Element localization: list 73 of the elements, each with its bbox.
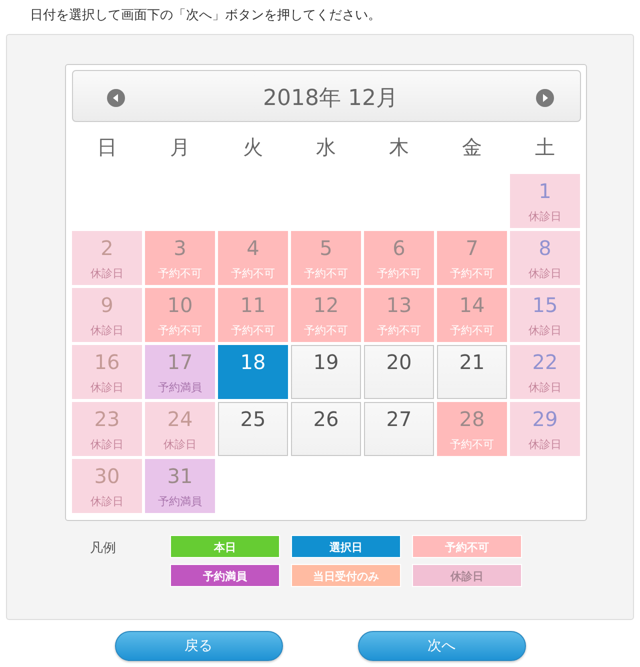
day-number: 11	[240, 292, 266, 318]
legend-chip: 予約満員	[170, 564, 280, 587]
day-number: 14	[459, 292, 485, 318]
day-number: 24	[167, 406, 193, 432]
next-month-icon[interactable]	[536, 89, 554, 107]
day-number: 8	[538, 235, 552, 261]
day-number: 29	[532, 406, 558, 432]
calendar-day[interactable]: 18	[218, 345, 288, 399]
day-status-label: 休診日	[90, 495, 124, 509]
legend-chip: 本日	[170, 535, 280, 558]
legend-chip: 当日受付のみ	[291, 564, 401, 587]
day-status-label: 休診日	[90, 381, 124, 395]
calendar-day[interactable]: 27	[364, 402, 434, 456]
previous-month-icon[interactable]	[107, 89, 125, 107]
day-number: 30	[94, 463, 120, 489]
day-number: 3	[174, 235, 186, 261]
legend-chip: 休診日	[412, 564, 522, 587]
month-title: 2018年 12月	[263, 85, 398, 113]
day-number: 23	[94, 406, 120, 432]
day-status-label: 予約不可	[304, 324, 348, 338]
day-status-label: 予約不可	[158, 267, 202, 281]
day-status-label: 休診日	[528, 210, 562, 224]
day-status-label: 予約満員	[158, 495, 202, 509]
day-status-label: 予約不可	[231, 324, 275, 338]
day-number: 9	[100, 292, 114, 318]
calendar-day[interactable]: 20	[364, 345, 434, 399]
weekday-label: 土	[535, 134, 555, 161]
day-status-label: 休診日	[528, 438, 562, 452]
weekday-label: 月	[170, 134, 190, 161]
day-status-label: 休診日	[90, 438, 124, 452]
day-number: 22	[532, 349, 558, 375]
day-number: 5	[320, 235, 332, 261]
legend-title: 凡例	[90, 540, 117, 557]
day-status-label: 予約不可	[450, 438, 494, 452]
calendar-day[interactable]: 25	[218, 402, 288, 456]
day-number: 28	[459, 406, 485, 432]
day-number: 4	[246, 235, 260, 261]
day-status-label: 予約不可	[377, 324, 421, 338]
calendar-day[interactable]: 26	[291, 402, 361, 456]
day-status-label: 予約不可	[450, 267, 494, 281]
day-status-label: 予約不可	[158, 324, 202, 338]
day-number: 2	[100, 235, 114, 261]
day-status-label: 休診日	[164, 438, 196, 452]
day-status-label: 予約不可	[304, 267, 348, 281]
day-number: 1	[538, 178, 552, 204]
day-number: 15	[532, 292, 558, 318]
day-number: 17	[167, 349, 193, 375]
calendar-day[interactable]: 21	[437, 345, 507, 399]
weekday-label: 日	[97, 134, 117, 161]
instruction-text: 日付を選択して画面下の「次へ」ボタンを押してください。	[29, 7, 382, 25]
day-number: 10	[167, 292, 193, 318]
day-number: 16	[94, 349, 120, 375]
day-status-label: 休診日	[90, 267, 124, 281]
weekday-label: 水	[316, 134, 336, 161]
day-number: 31	[167, 463, 193, 489]
weekday-label: 金	[462, 134, 482, 161]
day-status-label: 予約満員	[158, 381, 202, 395]
day-status-label: 休診日	[528, 267, 562, 281]
legend-chip: 選択日	[291, 535, 401, 558]
weekday-label: 木	[389, 134, 409, 161]
day-status-label: 予約不可	[450, 324, 494, 338]
day-status-label: 予約不可	[377, 267, 421, 281]
day-number: 12	[313, 292, 339, 318]
day-number: 13	[386, 292, 412, 318]
weekday-label: 火	[243, 134, 263, 161]
day-status-label: 休診日	[528, 324, 562, 338]
day-number: 6	[392, 235, 406, 261]
day-number: 7	[466, 235, 478, 261]
calendar-day[interactable]: 19	[291, 345, 361, 399]
day-status-label: 予約不可	[231, 267, 275, 281]
day-status-label: 休診日	[528, 381, 562, 395]
legend-chip: 予約不可	[412, 535, 522, 558]
day-status-label: 休診日	[90, 324, 124, 338]
